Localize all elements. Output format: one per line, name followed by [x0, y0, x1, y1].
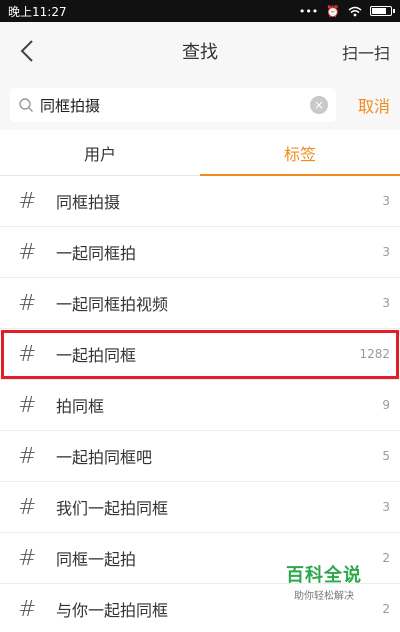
tag-count: 9: [382, 398, 390, 412]
tab-users[interactable]: 用户: [0, 130, 200, 175]
tag-count: 3: [382, 194, 390, 208]
tag-count: 1282: [359, 347, 390, 361]
tag-row-highlighted[interactable]: # 一起拍同框 1282: [0, 329, 400, 380]
search-box[interactable]: ×: [10, 88, 336, 122]
hashtag-icon: #: [18, 290, 37, 316]
status-time: 晚上11:27: [8, 4, 67, 19]
search-row: × 取消: [0, 80, 400, 130]
tag-row[interactable]: # 我们一起拍同框 3: [0, 482, 400, 533]
hashtag-icon: #: [18, 239, 37, 265]
tag-row[interactable]: # 同框拍摄 3: [0, 176, 400, 227]
hashtag-icon: #: [18, 188, 37, 214]
hashtag-icon: #: [18, 596, 37, 622]
tag-row[interactable]: # 一起同框拍 3: [0, 227, 400, 278]
tag-label: 一起同框拍视频: [56, 295, 169, 314]
hashtag-icon: #: [18, 545, 37, 571]
hashtag-icon: #: [18, 443, 37, 469]
tag-row[interactable]: # 一起同框拍视频 3: [0, 278, 400, 329]
tag-label: 我们一起拍同框: [56, 499, 169, 518]
signal-dots-icon: •••: [298, 4, 319, 18]
watermark-title: 百科全说: [286, 565, 362, 586]
scan-button[interactable]: 扫一扫: [342, 40, 390, 64]
tag-count: 2: [382, 551, 390, 565]
clear-icon[interactable]: ×: [310, 96, 328, 114]
wifi-icon: [348, 6, 362, 16]
tag-count: 2: [382, 602, 390, 616]
header: 查找 扫一扫: [0, 22, 400, 80]
watermark-logo: 百科全说 助你轻松解决: [286, 561, 362, 602]
watermark-subtitle: 助你轻松解决: [294, 591, 354, 602]
search-input[interactable]: [40, 96, 310, 114]
tag-count: 3: [382, 245, 390, 259]
tag-label: 一起拍同框: [56, 346, 137, 365]
tag-count: 5: [382, 449, 390, 463]
page-title: 查找: [182, 42, 218, 63]
back-button[interactable]: [12, 36, 42, 66]
search-icon: [19, 98, 33, 112]
cancel-button[interactable]: 取消: [336, 93, 390, 117]
tag-row[interactable]: # 一起拍同框吧 5: [0, 431, 400, 482]
tag-label: 一起拍同框吧: [56, 448, 153, 467]
status-bar: 晚上11:27 ••• ⏰: [0, 0, 400, 22]
battery-icon: [370, 6, 395, 16]
tag-count: 3: [382, 296, 390, 310]
tag-row[interactable]: # 拍同框 9: [0, 380, 400, 431]
tab-bar: 用户 标签: [0, 130, 400, 176]
status-icons: ••• ⏰: [298, 4, 395, 18]
hashtag-icon: #: [18, 392, 37, 418]
hashtag-icon: #: [18, 341, 37, 367]
hashtag-icon: #: [18, 494, 37, 520]
tag-label: 一起同框拍: [56, 244, 137, 263]
tag-label: 同框拍摄: [56, 193, 121, 212]
tag-count: 3: [382, 500, 390, 514]
tag-label: 拍同框: [56, 397, 105, 416]
tab-tags[interactable]: 标签: [200, 130, 400, 176]
alarm-icon: ⏰: [326, 4, 340, 18]
chevron-left-icon: [20, 40, 33, 62]
